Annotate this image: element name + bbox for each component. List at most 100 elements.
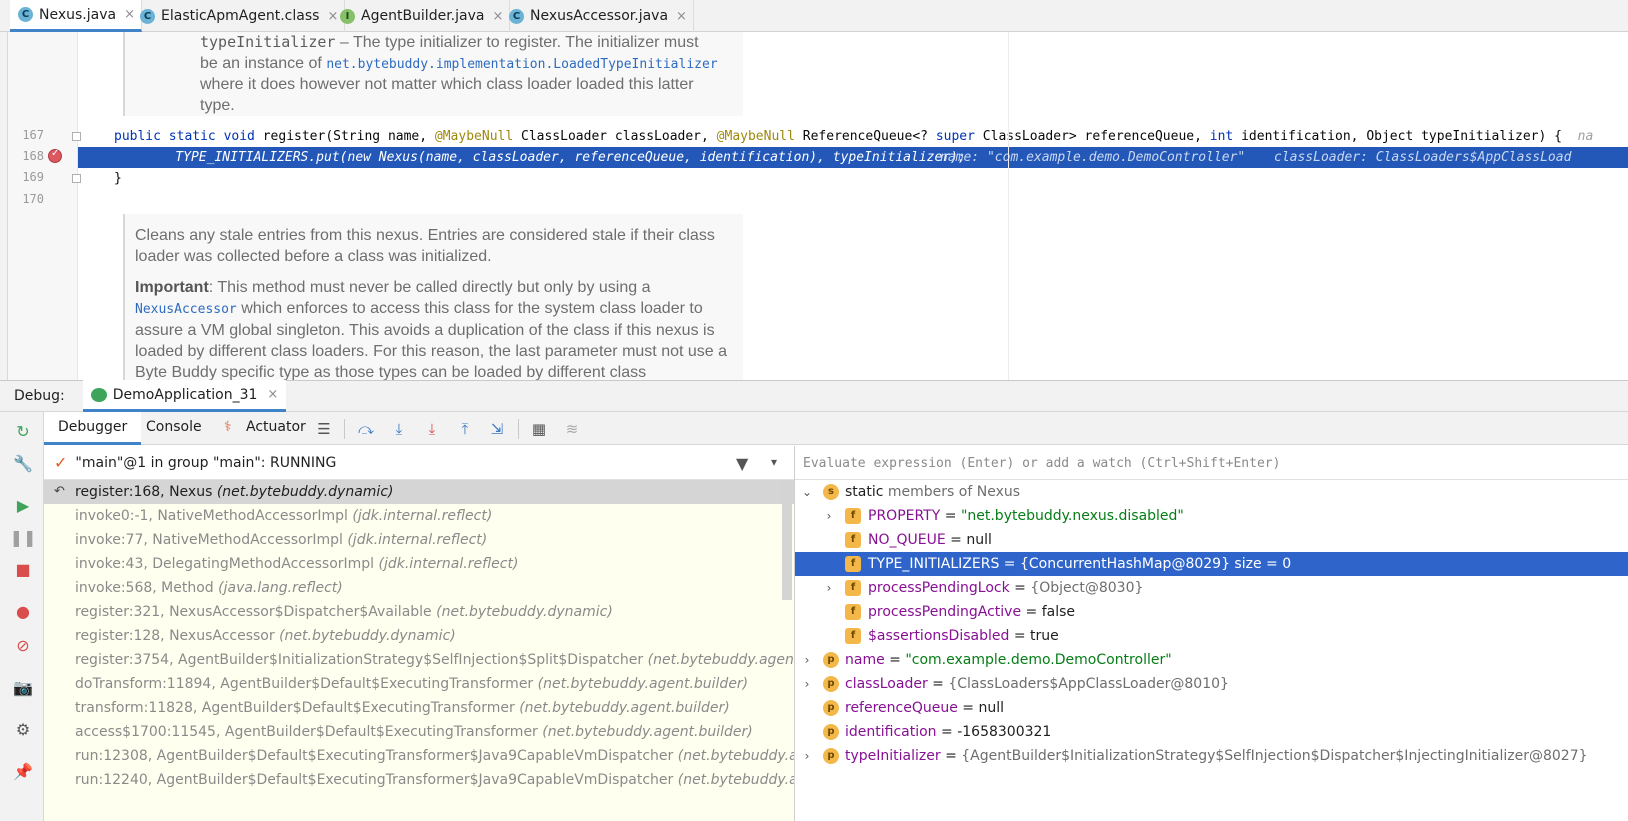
var-name: name	[845, 652, 885, 668]
variable-row[interactable]: f NO_QUEUE = null	[795, 528, 1628, 552]
watch-input[interactable]	[803, 452, 1603, 474]
var-eq: =	[927, 676, 949, 692]
frame-row[interactable]: transform:11828, AgentBuilder$Default$Ex…	[44, 696, 794, 720]
line-number: 168	[22, 149, 44, 163]
settings-icon[interactable]: ⚙	[14, 720, 32, 739]
editor-gutter[interactable]: 167 168 169 170	[8, 32, 81, 392]
tab-label: Nexus.java	[39, 6, 117, 23]
close-icon[interactable]: ×	[676, 9, 687, 24]
debugger-toolbar: Debugger Console ⚕ Actuator ☰ ⤼ ⤓ ⤓ ⤒ ⇲ …	[44, 412, 1628, 445]
camera-icon[interactable]: 📷	[13, 678, 33, 697]
frame-package: (jdk.internal.reflect)	[378, 556, 519, 572]
variable-row[interactable]: f $assertionsDisabled = true	[795, 624, 1628, 648]
frames-scrollbar[interactable]	[782, 480, 792, 600]
frame-package: (net.bytebuddy.dynamic)	[436, 604, 613, 620]
tab-nexusaccessor-java[interactable]: C NexusAccessor.java ×	[501, 0, 694, 32]
tab-elasticapmagent-class[interactable]: C ElasticApmAgent.class ×	[132, 0, 346, 32]
tab-console[interactable]: Console	[132, 412, 216, 445]
frame-row[interactable]: access$1700:11545, AgentBuilder$Default$…	[44, 720, 794, 744]
var-name: $assertionsDisabled	[868, 628, 1010, 644]
step-out-icon[interactable]: ⤒	[456, 420, 474, 438]
run-to-cursor-icon[interactable]: ⇲	[488, 420, 506, 438]
chevron-down-icon[interactable]: ▾	[771, 455, 777, 469]
thread-selector[interactable]: ✓ "main"@1 in group "main": RUNNING ▼ ▾	[44, 446, 794, 480]
pause-icon[interactable]: ❚❚	[10, 528, 37, 547]
javadoc-rendered-bottom: Cleans any stale entries from this nexus…	[123, 214, 743, 392]
fold-icon[interactable]	[72, 174, 81, 183]
run-config-tab[interactable]: DemoApplication_31 ×	[82, 380, 287, 412]
chevron-right-icon[interactable]: ›	[801, 648, 813, 672]
code-editor[interactable]: 167 168 169 170 typeInitializer – The ty…	[8, 32, 1628, 392]
variable-row[interactable]: p referenceQueue = null	[795, 696, 1628, 720]
variable-row[interactable]: p identification = -1658300321	[795, 720, 1628, 744]
trace-stream-icon[interactable]: ≋	[563, 420, 581, 438]
tab-debugger[interactable]: Debugger	[44, 412, 142, 445]
tab-actuator[interactable]: ⚕ Actuator	[210, 412, 320, 445]
code-line-167[interactable]: public static void register(String name,…	[114, 126, 1593, 147]
frame-package: (net.bytebuddy.agent.builder)	[647, 652, 794, 668]
var-name: typeInitializer	[845, 748, 941, 764]
frame-row[interactable]: register:321, NexusAccessor$Dispatcher$A…	[44, 600, 794, 624]
mute-breakpoints-icon[interactable]: ⊘	[14, 636, 32, 655]
wrench-icon[interactable]: 🔧	[13, 454, 33, 473]
step-into-icon[interactable]: ⤓	[390, 420, 408, 438]
frame-method: register:128, NexusAccessor	[75, 628, 280, 644]
frame-row[interactable]: register:3754, AgentBuilder$Initializati…	[44, 648, 794, 672]
code-keyword: int	[1209, 129, 1242, 144]
doc-link[interactable]: NexusAccessor	[135, 302, 237, 317]
line-number: 167	[22, 128, 44, 142]
frame-row[interactable]: invoke:568, Method (java.lang.reflect)	[44, 576, 794, 600]
rerun-icon[interactable]: ↻	[14, 422, 32, 441]
variable-row-selected[interactable]: f TYPE_INITIALIZERS = {ConcurrentHashMap…	[795, 552, 1628, 576]
pin-icon[interactable]: 📌	[13, 762, 33, 781]
frame-row[interactable]: invoke:77, NativeMethodAccessorImpl (jdk…	[44, 528, 794, 552]
frame-row[interactable]: invoke0:-1, NativeMethodAccessorImpl (jd…	[44, 504, 794, 528]
variable-row[interactable]: › p classLoader = {ClassLoaders$AppClass…	[795, 672, 1628, 696]
chevron-right-icon[interactable]: ›	[801, 672, 813, 696]
frame-row[interactable]: doTransform:11894, AgentBuilder$Default$…	[44, 672, 794, 696]
execution-point-line[interactable]: TYPE_INITIALIZERS.put(new Nexus(name, cl…	[78, 147, 1628, 168]
fold-icon[interactable]	[72, 132, 81, 141]
tab-label: NexusAccessor.java	[530, 8, 669, 24]
doc-paragraph: Important: This method must never be cal…	[135, 277, 743, 383]
variable-row[interactable]: ⌄ s static members of Nexus	[795, 480, 1628, 504]
variable-row[interactable]: › f PROPERTY = "net.bytebuddy.nexus.disa…	[795, 504, 1628, 528]
code-text: ClassLoader classLoader,	[521, 129, 717, 144]
close-icon[interactable]: ×	[267, 387, 278, 402]
frame-package: (net.bytebuddy.agent.buil	[677, 772, 794, 788]
doc-link[interactable]: net.bytebuddy.implementation.LoadedTypeI…	[326, 57, 717, 72]
frame-row[interactable]: ↶ register:168, Nexus (net.bytebuddy.dyn…	[44, 480, 794, 504]
frame-row[interactable]: run:12240, AgentBuilder$Default$Executin…	[44, 768, 794, 792]
menu-icon[interactable]: ☰	[315, 420, 333, 438]
chevron-down-icon[interactable]: ⌄	[801, 480, 813, 504]
variable-row[interactable]: › f processPendingLock = {Object@8030}	[795, 576, 1628, 600]
editor-tab-bar: C Nexus.java × C ElasticApmAgent.class ×…	[0, 0, 1628, 32]
resume-icon[interactable]: ▶	[14, 496, 32, 515]
variable-row[interactable]: › p typeInitializer = {AgentBuilder$Init…	[795, 744, 1628, 768]
evaluate-expression-icon[interactable]: ▦	[530, 420, 548, 438]
variable-row[interactable]: › p name = "com.example.demo.DemoControl…	[795, 648, 1628, 672]
frame-row[interactable]: register:128, NexusAccessor (net.bytebud…	[44, 624, 794, 648]
line-number: 170	[22, 192, 44, 206]
chevron-right-icon[interactable]: ›	[823, 576, 835, 600]
doc-text: : This method must never be called direc…	[208, 279, 651, 296]
code-line-169[interactable]: }	[114, 168, 122, 189]
stop-icon[interactable]: ■	[14, 560, 32, 579]
tab-nexus-java[interactable]: C Nexus.java ×	[10, 0, 142, 32]
breakpoint-icon[interactable]	[48, 148, 62, 163]
filter-icon[interactable]: ▼	[736, 454, 748, 473]
frame-row[interactable]: run:12308, AgentBuilder$Default$Executin…	[44, 744, 794, 768]
var-value: {ConcurrentHashMap@8029} size = 0	[1020, 556, 1292, 572]
evaluate-expression-bar[interactable]	[795, 446, 1628, 480]
chevron-right-icon[interactable]: ›	[801, 744, 813, 768]
frame-package: (java.lang.reflect)	[218, 580, 343, 596]
inline-value-classloader: classLoader: ClassLoaders$AppClassLoad	[1274, 150, 1572, 165]
view-breakpoints-icon[interactable]: ●	[14, 602, 32, 621]
variable-row[interactable]: f processPendingActive = false	[795, 600, 1628, 624]
tab-agentbuilder-java[interactable]: I AgentBuilder.java ×	[332, 0, 511, 32]
chevron-right-icon[interactable]: ›	[823, 504, 835, 528]
frame-row[interactable]: invoke:43, DelegatingMethodAccessorImpl …	[44, 552, 794, 576]
force-step-into-icon[interactable]: ⤓	[423, 420, 441, 438]
doc-line: type.	[200, 97, 235, 114]
step-over-icon[interactable]: ⤼	[357, 420, 375, 438]
